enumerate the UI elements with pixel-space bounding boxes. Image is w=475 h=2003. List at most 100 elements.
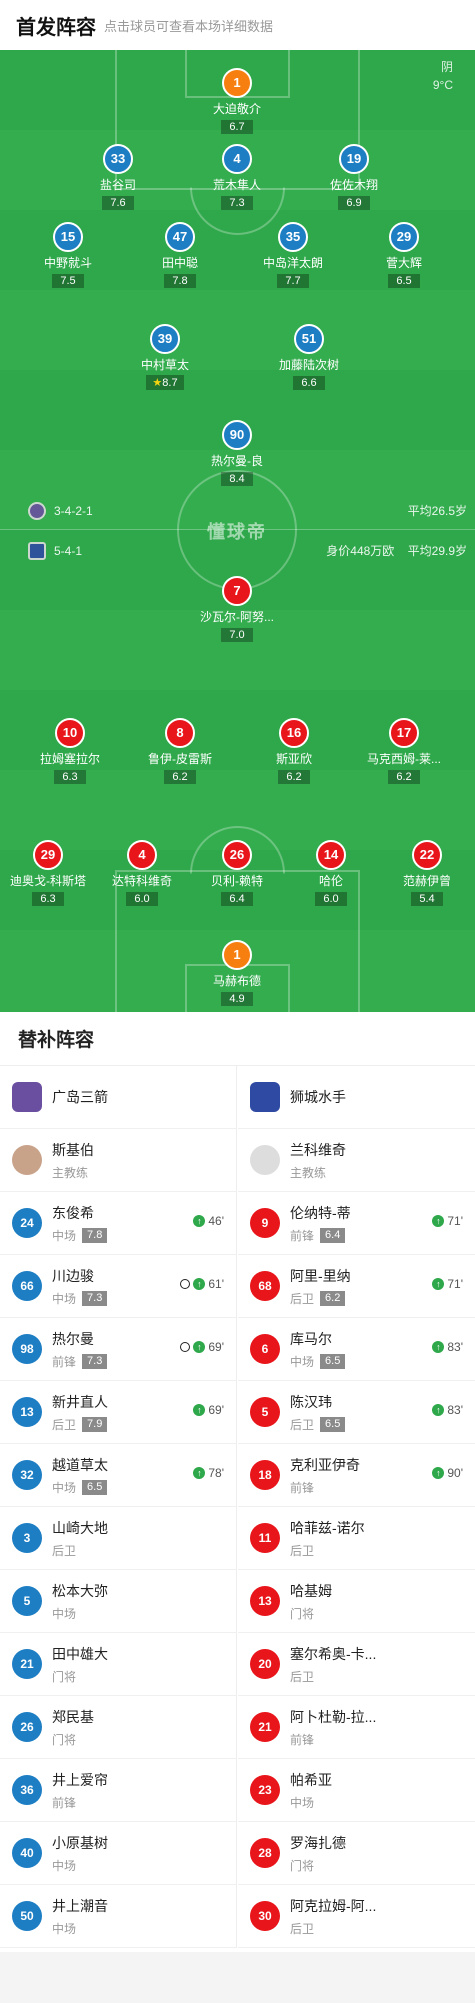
sub-player-name: 阿克拉姆-阿...	[290, 1897, 377, 1914]
sub-player-row[interactable]: 30 阿克拉姆-阿... 后卫	[238, 1885, 475, 1948]
sub-player-row[interactable]: 68 阿里-里纳 后卫 6.2 ↑ 71'	[238, 1255, 475, 1318]
player-away_players[interactable]: 4 达特科维奇 6.0	[87, 840, 197, 907]
sub-in-icon: ↑	[432, 1215, 445, 1227]
sub-player-row[interactable]: 26 郑民基 门将	[0, 1696, 236, 1759]
sub-in-time: 69'	[208, 1403, 224, 1417]
sub-player-row[interactable]: 28 罗海扎德 门将	[238, 1822, 475, 1885]
jersey-number: 1	[222, 68, 252, 98]
player-home_players[interactable]: 4 荒木隼人 7.3	[182, 144, 292, 211]
sub-player-row[interactable]: 24 东俊希 中场 7.8 ↑ 46'	[0, 1192, 236, 1255]
sub-player-row[interactable]: 20 塞尔希奥-卡... 后卫	[238, 1633, 475, 1696]
sub-player-row[interactable]: 23 帕希亚 中场	[238, 1759, 475, 1822]
sub-player-name: 新井直人	[52, 1393, 108, 1410]
sub-player-meta: 门将	[52, 1668, 108, 1685]
sub-in-mark: ↑ 69'	[180, 1340, 224, 1354]
player-name: 中野就斗	[43, 256, 92, 270]
player-away_players[interactable]: 22 范赫伊曾 5.4	[372, 840, 475, 907]
sub-player-row[interactable]: 11 哈菲兹-诺尔 后卫	[238, 1507, 475, 1570]
player-away_players[interactable]: 8 鲁伊-皮雷斯 6.2	[125, 718, 235, 785]
sub-player-meta: 后卫 6.5	[290, 1416, 346, 1433]
player-rating: 6.3	[54, 770, 86, 784]
home-team-logo-icon	[12, 1082, 42, 1112]
subs-title: 替补阵容	[0, 1012, 475, 1066]
player-home_players[interactable]: 47 田中聪 7.8	[125, 222, 235, 289]
player-name: 马克西姆-莱...	[367, 752, 441, 766]
jersey-number: 19	[339, 144, 369, 174]
sub-player-name: 阿里-里纳	[290, 1267, 351, 1284]
sub-player-row[interactable]: 18 克利亚伊奇 前锋 ↑ 90'	[238, 1444, 475, 1507]
sub-player-meta: 后卫 7.9	[52, 1416, 108, 1433]
sub-player-row[interactable]: 50 井上潮音 中场	[0, 1885, 236, 1948]
sub-in-icon: ↑	[193, 1404, 206, 1416]
player-home_players[interactable]: 51 加藤陆次树 6.6	[254, 324, 364, 391]
sub-jersey-number: 11	[250, 1523, 280, 1553]
sub-player-name: 松本大弥	[52, 1582, 108, 1599]
sub-player-name: 越道草太	[52, 1456, 108, 1473]
sub-player-row[interactable]: 66 川边骏 中场 7.3 ↑ 61'	[0, 1255, 236, 1318]
sub-player-position: 后卫	[290, 1921, 315, 1936]
away-team-name: 狮城水手	[290, 1089, 346, 1105]
sub-in-mark: ↑ 83'	[432, 1403, 463, 1417]
sub-player-row[interactable]: 13 新井直人后卫 7.9 ↑ 69'	[0, 1381, 236, 1444]
sub-player-row[interactable]: 3 山崎大地 后卫	[0, 1507, 236, 1570]
sub-player-row[interactable]: 32 越道草太 中场 6.5 ↑ 78'	[0, 1444, 236, 1507]
player-name: 范赫伊曾	[402, 874, 451, 888]
home-formation: 3-4-2-1	[54, 504, 93, 518]
player-home_players[interactable]: 39 中村草太 ★8.7	[110, 324, 220, 391]
sub-player-row[interactable]: 98 热尔曼 前锋 7.3 ↑ 69'	[0, 1318, 236, 1381]
sub-player-rating: 7.3	[82, 1353, 108, 1369]
sub-jersey-number: 13	[12, 1397, 42, 1427]
rating-value: 7.5	[60, 275, 76, 287]
player-home_players[interactable]: 29 菅大辉 6.5	[349, 222, 459, 289]
sub-player-row[interactable]: 13 哈基姆 门将	[238, 1570, 475, 1633]
sub-in-mark: ↑ 90'	[432, 1466, 463, 1480]
player-home_players[interactable]: 33 盐谷司 7.6	[63, 144, 173, 211]
sub-player-row[interactable]: 40 小原基树 中场	[0, 1822, 236, 1885]
sub-player-info: 松本大弥 中场	[52, 1581, 108, 1622]
player-away_players[interactable]: 7 沙瓦尔-阿努... 7.0	[182, 576, 292, 643]
away-coach-avatar	[250, 1145, 280, 1175]
player-away_players[interactable]: 14 哈伦 6.0	[276, 840, 386, 907]
jersey-number: 15	[53, 222, 83, 252]
away-avg-age: 平均29.9岁	[407, 544, 467, 558]
sub-player-name: 井上爱帘	[52, 1771, 108, 1788]
weather-info: 阴 9°C	[433, 58, 453, 94]
sub-jersey-number: 5	[12, 1586, 42, 1616]
sub-player-row[interactable]: 5 陈汉玮 后卫 6.5 ↑ 83'	[238, 1381, 475, 1444]
player-rating: 6.3	[32, 892, 64, 906]
sub-player-row[interactable]: 21 阿卜杜勒-拉... 前锋	[238, 1696, 475, 1759]
sub-player-meta: 前锋	[52, 1794, 108, 1811]
player-rating: 6.4	[221, 892, 253, 906]
sub-jersey-number: 21	[250, 1712, 280, 1742]
player-home_players[interactable]: 15 中野就斗 7.5	[13, 222, 123, 289]
sub-player-info: 伦纳特-蒂 前锋 6.4	[290, 1203, 351, 1244]
sub-jersey-number: 21	[12, 1649, 42, 1679]
player-name: 达特科维奇	[111, 874, 172, 888]
sub-player-info: 塞尔希奥-卡... 后卫	[290, 1644, 376, 1685]
player-away_players[interactable]: 17 马克西姆-莱... 6.2	[349, 718, 459, 785]
sub-in-mark: ↑ 69'	[193, 1403, 224, 1417]
jersey-number: 35	[278, 222, 308, 252]
player-away_players[interactable]: 16 斯亚欣 6.2	[239, 718, 349, 785]
sub-player-row[interactable]: 5 松本大弥 中场	[0, 1570, 236, 1633]
player-rating: 6.0	[315, 892, 347, 906]
player-name: 中岛洋太朗	[262, 256, 323, 270]
player-home_players[interactable]: 1 大迫敬介 6.7	[182, 68, 292, 135]
player-home_players[interactable]: 19 佐佐木翔 6.9	[299, 144, 409, 211]
away-team-row[interactable]: 狮城水手	[238, 1066, 475, 1129]
player-away_players[interactable]: 1 马赫布德 4.9	[182, 940, 292, 1007]
sub-jersey-number: 68	[250, 1271, 280, 1301]
away-coach-row[interactable]: 兰科维奇 主教练	[238, 1129, 475, 1192]
sub-in-mark: ↑ 71'	[432, 1277, 463, 1291]
sub-player-row[interactable]: 36 井上爱帘 前锋	[0, 1759, 236, 1822]
player-home_players[interactable]: 35 中岛洋太朗 7.7	[238, 222, 348, 289]
sub-player-position: 门将	[290, 1606, 315, 1621]
player-away_players[interactable]: 10 拉姆塞拉尔 6.3	[15, 718, 125, 785]
sub-player-row[interactable]: 6 库马尔 中场 6.5 ↑ 83'	[238, 1318, 475, 1381]
sub-player-row[interactable]: 21 田中雄大 门将	[0, 1633, 236, 1696]
home-coach-row[interactable]: 斯基伯 主教练	[0, 1129, 236, 1192]
player-home_players[interactable]: 90 热尔曼-良 8.4	[182, 420, 292, 487]
home-team-row[interactable]: 广岛三箭	[0, 1066, 236, 1129]
sub-player-row[interactable]: 9 伦纳特-蒂 前锋 6.4 ↑ 71'	[238, 1192, 475, 1255]
sub-player-info: 井上爱帘 前锋	[52, 1770, 108, 1811]
